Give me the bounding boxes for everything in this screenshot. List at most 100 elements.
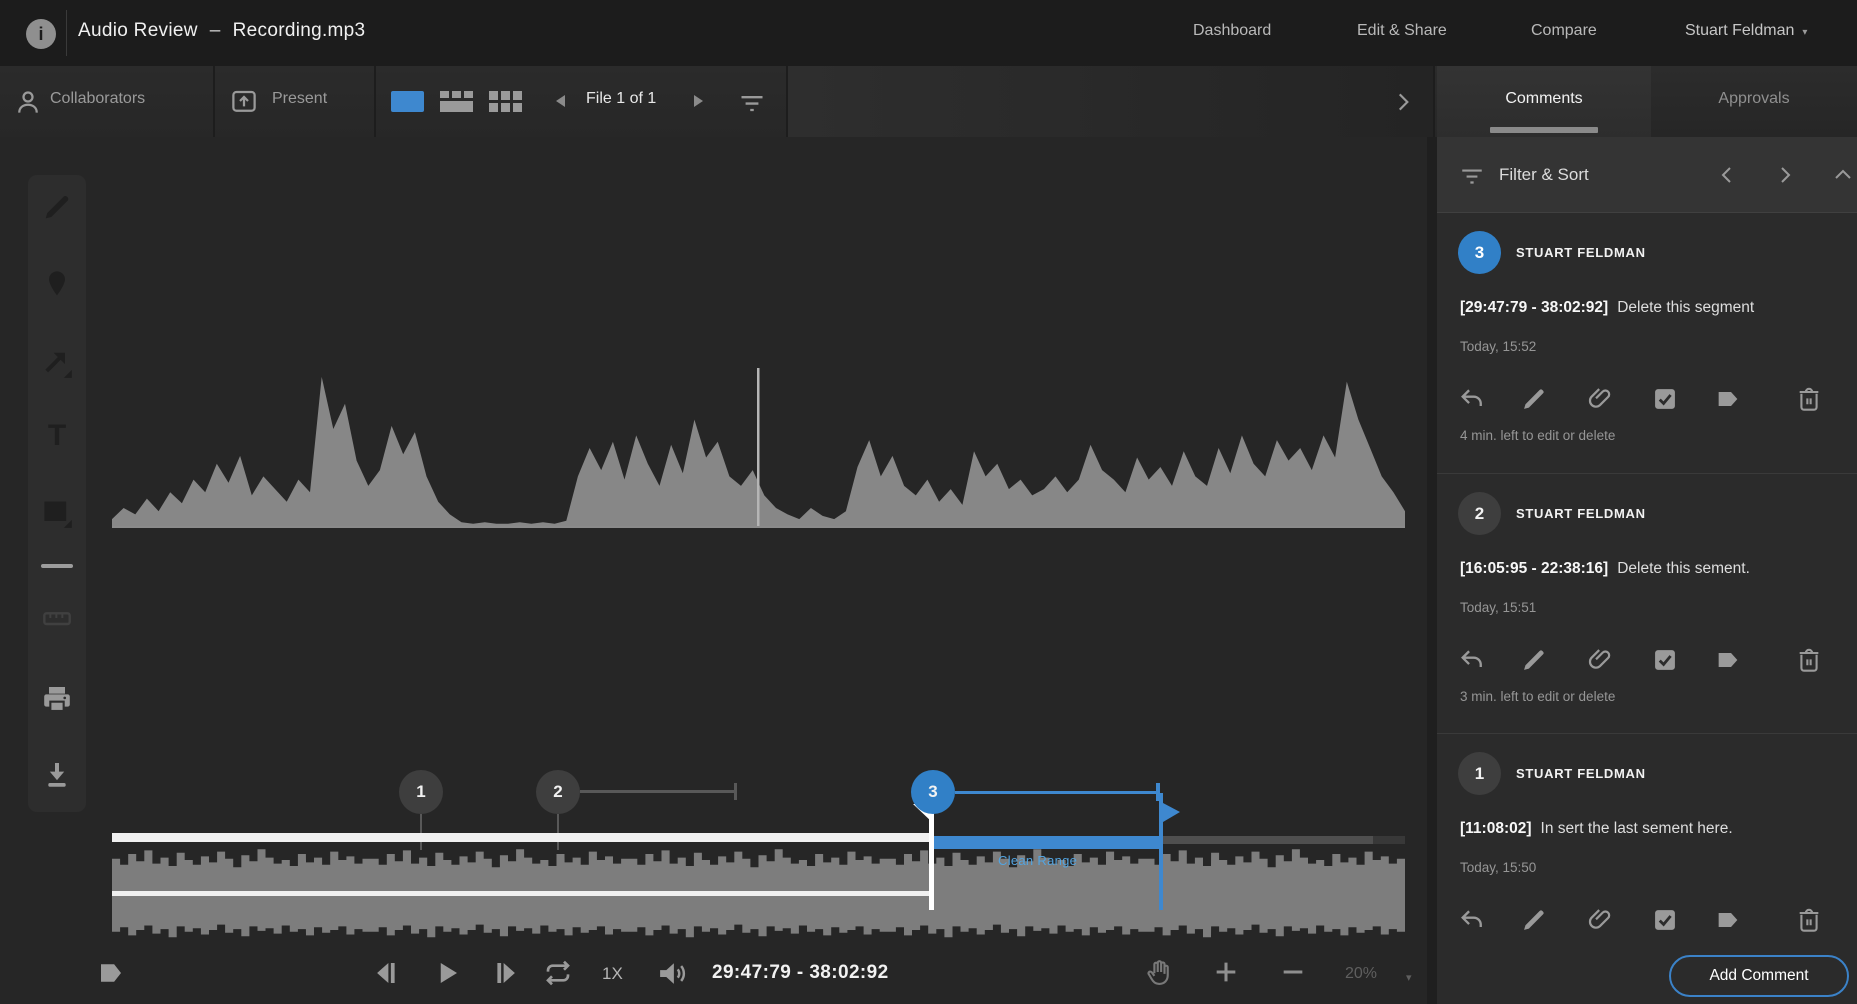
comment-time: Today, 15:52	[1460, 339, 1536, 354]
attachment-icon[interactable]	[1586, 906, 1614, 934]
printer-icon[interactable]	[41, 683, 73, 715]
attachment-icon[interactable]	[1586, 646, 1614, 674]
rect-tool-icon[interactable]	[41, 497, 73, 529]
filmstrip-view-icon[interactable]	[440, 91, 474, 113]
checkbox-icon[interactable]	[1651, 646, 1679, 674]
comment-timestamp-range: [16:05:95 - 22:38:16]	[1460, 560, 1608, 577]
playhead[interactable]	[929, 808, 934, 910]
arrow-ne-icon[interactable]	[41, 347, 73, 379]
comment-timestamp-range: [29:47:79 - 38:02:92]	[1460, 299, 1608, 316]
zoom-out-icon[interactable]	[1279, 958, 1307, 986]
comment-text: Delete this segment	[1617, 299, 1754, 316]
timeline-track-played[interactable]	[112, 833, 933, 842]
comment-author: STUART FELDMAN	[1516, 766, 1646, 781]
pencil-icon[interactable]	[1520, 646, 1548, 674]
page-title: Audio Review–Recording.mp3	[78, 20, 365, 42]
trash-icon[interactable]	[1795, 385, 1823, 413]
checkbox-icon[interactable]	[1651, 906, 1679, 934]
time-range-display: 29:47:79 - 38:02:92	[712, 962, 889, 984]
comment-author: STUART FELDMAN	[1516, 245, 1646, 260]
comment-time: Today, 15:50	[1460, 860, 1536, 875]
comment-number-badge[interactable]: 2	[1458, 492, 1501, 535]
nav-dashboard[interactable]: Dashboard	[1193, 22, 1271, 40]
comment-number-badge[interactable]: 1	[1458, 752, 1501, 795]
prev-frame-icon[interactable]	[374, 958, 404, 988]
tool-palette: T	[28, 175, 86, 812]
tag-icon[interactable]	[1714, 646, 1742, 674]
person-icon	[13, 87, 43, 117]
tab-approvals[interactable]: Approvals	[1651, 66, 1857, 137]
present-button[interactable]: Present	[272, 90, 327, 108]
filter-icon[interactable]	[1459, 163, 1485, 189]
user-menu[interactable]: Stuart Feldman▾	[1685, 22, 1807, 40]
chevron-right-icon[interactable]	[1390, 89, 1416, 115]
reply-icon[interactable]	[1458, 385, 1486, 413]
play-icon[interactable]	[432, 958, 462, 988]
add-comment-button[interactable]: Add Comment	[1669, 955, 1849, 997]
pencil-icon[interactable]	[41, 191, 73, 223]
collaborators-button[interactable]: Collaborators	[50, 90, 145, 108]
chevron-up-icon[interactable]	[1831, 163, 1855, 187]
prev-file-icon[interactable]	[553, 93, 569, 109]
single-view-icon[interactable]	[391, 91, 424, 112]
nav-edit-share[interactable]: Edit & Share	[1357, 22, 1447, 40]
chevron-right-icon[interactable]	[1773, 163, 1797, 187]
active-tab-underline	[1490, 127, 1598, 133]
timeline-marker-2[interactable]: 2	[536, 770, 580, 814]
selected-range-bar[interactable]	[933, 836, 1162, 849]
tag-icon[interactable]	[1714, 906, 1742, 934]
title-separator: –	[198, 20, 233, 41]
file-name: Recording.mp3	[233, 20, 366, 41]
text-tool-icon[interactable]: T	[41, 420, 73, 452]
marker-2-range-line	[580, 790, 736, 793]
comment-edit-note: 3 min. left to edit or delete	[1460, 689, 1615, 704]
info-icon[interactable]: i	[26, 19, 56, 49]
attachment-icon[interactable]	[1586, 385, 1614, 413]
reply-icon[interactable]	[1458, 646, 1486, 674]
comment-card[interactable]: 3 STUART FELDMAN [29:47:79 - 38:02:92] De…	[1437, 213, 1857, 474]
next-file-icon[interactable]	[690, 93, 706, 109]
line-tool-icon[interactable]	[41, 564, 73, 568]
playback-speed[interactable]: 1X	[602, 964, 623, 984]
comment-author: STUART FELDMAN	[1516, 506, 1646, 521]
file-nav-label: File 1 of 1	[586, 90, 656, 108]
selection-end-flag-icon[interactable]	[1163, 803, 1183, 823]
timeline-track-end[interactable]	[1373, 836, 1405, 844]
pencil-icon[interactable]	[1520, 906, 1548, 934]
comment-number-badge[interactable]: 3	[1458, 231, 1501, 274]
user-name: Stuart Feldman	[1685, 22, 1794, 39]
next-frame-icon[interactable]	[488, 958, 518, 988]
zoom-in-icon[interactable]	[1212, 958, 1240, 986]
clean-range-label: Clean Range	[998, 853, 1077, 868]
grid-view-icon[interactable]	[489, 91, 523, 113]
present-icon	[229, 87, 259, 117]
pencil-icon[interactable]	[1520, 385, 1548, 413]
checkbox-icon[interactable]	[1651, 385, 1679, 413]
trash-icon[interactable]	[1795, 646, 1823, 674]
timeline-marker-1[interactable]: 1	[399, 770, 443, 814]
volume-icon[interactable]	[656, 957, 689, 990]
timeline-track-remaining[interactable]	[1162, 836, 1373, 844]
waveform-baseline	[112, 526, 1405, 528]
marker-stem	[557, 814, 559, 850]
download-icon[interactable]	[41, 759, 73, 791]
marker-stem	[420, 814, 422, 850]
comment-card[interactable]: 2 STUART FELDMAN [16:05:95 - 22:38:16] De…	[1437, 474, 1857, 734]
sort-lines-icon[interactable]	[738, 89, 766, 117]
ruler-icon[interactable]	[41, 602, 73, 634]
nav-compare[interactable]: Compare	[1531, 22, 1597, 40]
tab-comments[interactable]: Comments	[1437, 66, 1651, 137]
reply-icon[interactable]	[1458, 906, 1486, 934]
timeline-marker-3[interactable]: 3	[911, 770, 955, 814]
selection-bracket-line	[955, 791, 1159, 794]
tag-icon[interactable]	[1714, 385, 1742, 413]
chevron-left-icon[interactable]	[1715, 163, 1739, 187]
loop-icon[interactable]	[541, 957, 575, 989]
label-icon[interactable]	[96, 958, 126, 988]
chevron-down-icon[interactable]: ▾	[1406, 971, 1412, 984]
comment-text: Delete this sement.	[1617, 560, 1750, 577]
hand-icon[interactable]	[1144, 956, 1174, 988]
trash-icon[interactable]	[1795, 906, 1823, 934]
zoom-level[interactable]: 20%	[1345, 965, 1377, 983]
pin-icon[interactable]	[41, 268, 73, 300]
